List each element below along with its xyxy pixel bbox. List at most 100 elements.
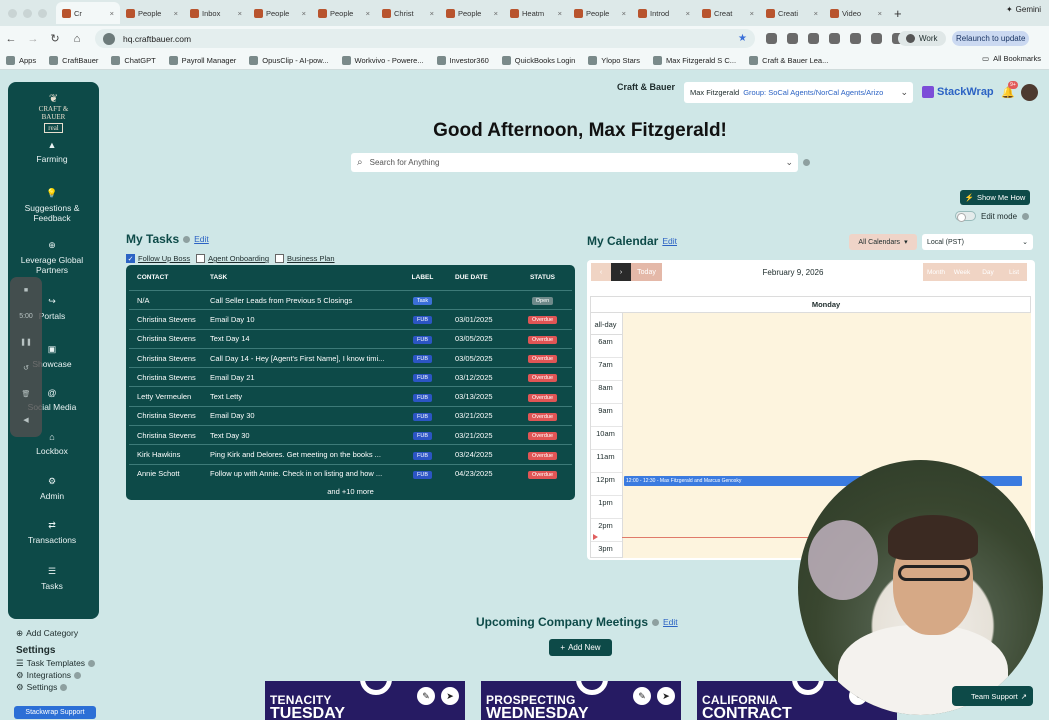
- collapse-icon[interactable]: ◀: [10, 407, 42, 433]
- bookmark-item[interactable]: ChatGPT: [111, 55, 156, 65]
- home-icon[interactable]: ⌂: [66, 33, 88, 45]
- sidebar-item-admin[interactable]: ⚙ Admin: [8, 476, 96, 501]
- close-icon[interactable]: ×: [302, 9, 306, 18]
- sidebar-item-transactions[interactable]: ⇄ Transactions: [8, 520, 96, 545]
- close-icon[interactable]: ×: [174, 9, 178, 18]
- settings-item[interactable]: ⚙ Integrations: [16, 669, 95, 681]
- table-row[interactable]: Christina Stevens Call Day 14 - Hey [Agen…: [129, 347, 572, 367]
- info-icon[interactable]: [88, 659, 96, 667]
- info-icon[interactable]: [60, 683, 68, 691]
- bookmark-item[interactable]: CraftBauer: [49, 55, 98, 65]
- browser-tab[interactable]: Cr ×: [56, 2, 120, 24]
- sidebar-item-farming[interactable]: ▲ Farming: [8, 140, 96, 164]
- avatar[interactable]: [1021, 84, 1038, 101]
- user-group-select[interactable]: Max Fitzgerald Group: SoCal Agents/NorCal…: [684, 82, 913, 103]
- table-row[interactable]: Kirk Hawkins Ping Kirk and Delores. Get m…: [129, 444, 572, 463]
- close-icon[interactable]: ×: [110, 9, 114, 18]
- settings-item[interactable]: ☰ Task Templates: [16, 657, 96, 669]
- back-icon[interactable]: ←: [0, 33, 22, 45]
- chevron-down-icon[interactable]: ⌄: [785, 157, 793, 168]
- relaunch-button[interactable]: Relaunch to update: [952, 31, 1030, 46]
- close-icon[interactable]: ×: [494, 9, 498, 18]
- browser-tab[interactable]: Creat ×: [696, 2, 760, 24]
- edit-pencil-icon[interactable]: ✎: [417, 687, 435, 705]
- edit-mode-toggle[interactable]: [955, 211, 976, 222]
- close-icon[interactable]: ×: [558, 9, 562, 18]
- meeting-card[interactable]: TENACITY TUESDAY ✎ ➤: [265, 681, 465, 720]
- close-icon[interactable]: ×: [366, 9, 370, 18]
- close-icon[interactable]: ×: [238, 9, 242, 18]
- filter-checkbox[interactable]: ✓ Follow Up Boss: [126, 254, 190, 263]
- browser-tab[interactable]: Heatm ×: [504, 2, 568, 24]
- browser-tab[interactable]: People ×: [568, 2, 632, 24]
- bookmark-item[interactable]: Max Fitzgerald S C...: [653, 55, 736, 65]
- reload-icon[interactable]: ↻: [44, 32, 66, 45]
- close-icon[interactable]: ×: [622, 9, 626, 18]
- bookmark-item[interactable]: QuickBooks Login: [501, 55, 575, 65]
- settings-item[interactable]: ⚙ Settings: [16, 681, 95, 693]
- info-icon[interactable]: [183, 235, 191, 243]
- browser-tab[interactable]: Introd ×: [632, 2, 696, 24]
- meetings-edit-link[interactable]: Edit: [663, 617, 678, 627]
- table-row[interactable]: Annie Schott Follow up with Annie. Check …: [129, 463, 572, 483]
- extension-icons[interactable]: [766, 33, 903, 44]
- tasks-edit-link[interactable]: Edit: [194, 234, 209, 244]
- all-bookmarks[interactable]: ▭ All Bookmarks: [982, 54, 1041, 63]
- site-info-icon[interactable]: [103, 32, 115, 45]
- sidebar-item-suggestions-feedback[interactable]: 💡 Suggestions & Feedback: [8, 188, 96, 223]
- table-row[interactable]: Christina Stevens Email Day 30 FUB 03/21/20…: [129, 405, 572, 425]
- gemini-button[interactable]: ✦ Gemini: [1006, 5, 1041, 14]
- pause-icon[interactable]: ❚❚: [10, 329, 42, 355]
- info-icon[interactable]: [74, 671, 82, 679]
- browser-tab[interactable]: Video ×: [824, 2, 888, 24]
- view-month-button[interactable]: Month: [923, 263, 949, 281]
- browser-tab[interactable]: Christ ×: [376, 2, 440, 24]
- browser-tab[interactable]: People ×: [248, 2, 312, 24]
- close-icon[interactable]: ×: [686, 9, 690, 18]
- table-row[interactable]: Letty Vermeulen Text Letty FUB 03/13/2025 Ov…: [129, 386, 572, 405]
- checkbox[interactable]: [196, 254, 206, 263]
- trash-icon[interactable]: 🗑: [10, 381, 42, 407]
- meeting-card[interactable]: PROSPECTING WEDNESDAY ✎ ➤: [481, 681, 681, 720]
- close-icon[interactable]: ×: [430, 9, 434, 18]
- send-icon[interactable]: ➤: [657, 687, 675, 705]
- stackwrap-support-button[interactable]: Stackwrap Support: [14, 706, 96, 719]
- new-tab-button[interactable]: +: [894, 6, 902, 21]
- view-week-button[interactable]: Week: [949, 263, 975, 281]
- bookmark-item[interactable]: Payroll Manager: [168, 55, 236, 65]
- table-row[interactable]: Christina Stevens Email Day 21 FUB 03/12/20…: [129, 367, 572, 386]
- timezone-select[interactable]: Local (PST) ⌄: [922, 234, 1033, 250]
- stop-icon[interactable]: ■: [10, 277, 42, 303]
- global-search-input[interactable]: ⌕ Search for Anything ⌄: [351, 153, 798, 172]
- bookmark-item[interactable]: Craft & Bauer Lea...: [749, 55, 828, 65]
- table-row[interactable]: N/A Call Seller Leads from Previous 5 Clo…: [129, 290, 572, 309]
- bookmark-star-icon[interactable]: ★: [738, 33, 747, 44]
- info-icon[interactable]: [1022, 212, 1030, 220]
- show-me-how-button[interactable]: ⚡ Show Me How: [960, 190, 1030, 205]
- checkbox[interactable]: ✓: [126, 254, 135, 263]
- address-bar[interactable]: hq.craftbauer.com ★: [95, 29, 755, 48]
- bookmark-item[interactable]: Investor360: [436, 55, 489, 65]
- info-icon[interactable]: [803, 159, 810, 166]
- close-icon[interactable]: ×: [878, 9, 882, 18]
- add-meeting-button[interactable]: + Add New: [549, 639, 612, 656]
- filter-checkbox[interactable]: Agent Onboarding: [196, 254, 269, 263]
- send-icon[interactable]: ➤: [441, 687, 459, 705]
- close-icon[interactable]: ×: [814, 9, 818, 18]
- bookmark-item[interactable]: Apps: [6, 55, 36, 65]
- browser-tab[interactable]: Creati ×: [760, 2, 824, 24]
- browser-tab[interactable]: People ×: [312, 2, 376, 24]
- tasks-more-link[interactable]: and +10 more: [126, 487, 575, 496]
- checkbox[interactable]: [275, 254, 284, 263]
- table-row[interactable]: Christina Stevens Email Day 10 FUB 03/01/20…: [129, 309, 572, 328]
- close-icon[interactable]: ×: [750, 9, 754, 18]
- sidebar-item-tasks[interactable]: ☰ Tasks: [8, 566, 96, 591]
- bookmark-item[interactable]: Workvivo - Powere...: [341, 55, 424, 65]
- bookmark-item[interactable]: OpusClip - AI-pow...: [249, 55, 329, 65]
- restart-icon[interactable]: ↺: [10, 355, 42, 381]
- window-controls[interactable]: [8, 9, 47, 18]
- info-icon[interactable]: [652, 618, 660, 626]
- browser-tab[interactable]: Inbox ×: [184, 2, 248, 24]
- calendar-edit-link[interactable]: Edit: [662, 236, 677, 246]
- browser-tab[interactable]: People ×: [440, 2, 504, 24]
